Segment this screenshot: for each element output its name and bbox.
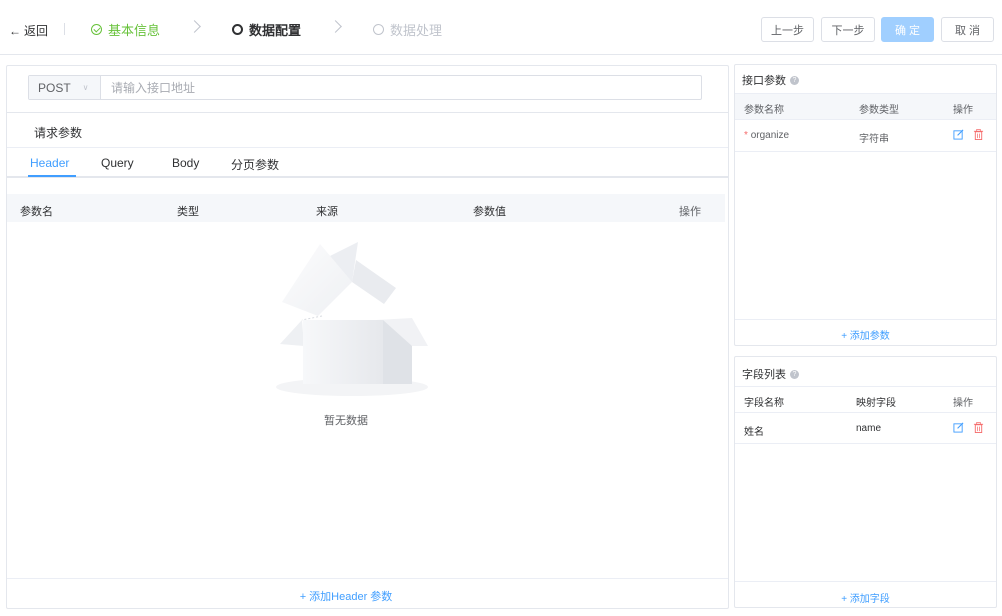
divider <box>64 23 65 35</box>
chevron-right-icon <box>329 20 342 33</box>
divider <box>735 581 996 582</box>
question-icon[interactable]: ? <box>790 369 799 379</box>
table-row: 姓名 name <box>735 414 996 444</box>
url-bar: POST ∨ <box>28 75 702 100</box>
panel-title: 字段列表 ? <box>742 366 799 382</box>
delete-icon[interactable] <box>973 422 984 433</box>
column-header: 类型 <box>177 206 199 218</box>
tab-query[interactable]: Query <box>101 156 134 170</box>
divider <box>735 319 996 320</box>
chevron-right-icon <box>188 20 201 33</box>
back-link[interactable]: ← 返回 <box>9 22 48 39</box>
add-header-param-button[interactable]: + 添加Header 参数 <box>7 588 685 604</box>
field-list-title: 字段列表 <box>742 369 786 381</box>
divider <box>7 112 728 113</box>
active-tab-indicator <box>28 175 76 177</box>
step-data-config[interactable]: 数据配置 <box>232 20 301 39</box>
step-label: 数据配置 <box>249 23 302 38</box>
column-header: 来源 <box>316 206 338 218</box>
column-header: 参数名称 <box>744 105 784 116</box>
url-input[interactable] <box>101 76 701 99</box>
param-type: 字符串 <box>859 134 889 145</box>
column-header: 参数名 <box>20 206 53 218</box>
api-params-title: 接口参数 <box>742 75 786 87</box>
column-header: 字段名称 <box>744 398 784 409</box>
request-params-title: 请求参数 <box>34 126 83 140</box>
tab-header[interactable]: Header <box>30 156 69 170</box>
step-data-process[interactable]: 数据处理 <box>373 20 442 39</box>
param-name: organize <box>750 130 790 141</box>
empty-state-text: 暂无数据 <box>324 415 368 427</box>
prev-step-button[interactable]: 上一步 <box>761 17 814 42</box>
param-name-cell: * organize <box>744 130 789 141</box>
add-param-button[interactable]: + 添加参数 <box>735 327 996 342</box>
step-label: 数据处理 <box>390 23 443 38</box>
table-header: 字段名称 映射字段 操作 <box>735 386 996 413</box>
step-label: 基本信息 <box>108 23 161 38</box>
cancel-button[interactable]: 取 消 <box>941 17 994 42</box>
edit-icon[interactable] <box>953 422 964 433</box>
chevron-down-icon: ∨ <box>82 83 89 92</box>
method-value: POST <box>38 80 71 95</box>
column-header: 映射字段 <box>856 398 896 409</box>
empty-box-illustration <box>276 242 428 396</box>
panel-title: 接口参数 ? <box>742 72 799 88</box>
check-circle-icon <box>91 24 102 35</box>
circle-icon <box>232 24 243 35</box>
column-header: 操作 <box>953 105 973 116</box>
next-step-button[interactable]: 下一步 <box>821 17 875 42</box>
divider <box>7 578 728 579</box>
method-select[interactable]: POST ∨ <box>29 76 101 99</box>
add-field-button[interactable]: + 添加字段 <box>735 590 996 605</box>
column-header: 参数类型 <box>859 105 899 116</box>
delete-icon[interactable] <box>973 129 984 140</box>
column-header: 操作 <box>679 206 701 218</box>
confirm-button[interactable]: 确 定 <box>881 17 934 42</box>
required-mark: * <box>744 130 748 141</box>
mapping-field: name <box>856 423 882 434</box>
tab-body[interactable]: Body <box>172 156 199 170</box>
param-tabs: Header Query Body 分页参数 <box>7 148 728 178</box>
request-panel: POST ∨ 请求参数 Header Query Body 分页参数 参数名 类… <box>6 65 729 609</box>
arrow-left-icon: ← <box>9 23 21 38</box>
edit-icon[interactable] <box>953 129 964 140</box>
table-row: * organize 字符串 <box>735 121 996 152</box>
step-basic-info[interactable]: 基本信息 <box>91 20 160 39</box>
table-header: 参数名 类型 来源 参数值 操作 <box>7 194 725 222</box>
api-params-panel: 接口参数 ? 参数名称 参数类型 操作 * organize 字符串 + 添加参… <box>734 64 997 346</box>
field-name: 姓名 <box>744 427 764 438</box>
top-bar: ← 返回 基本信息 数据配置 数据处理 上一步 下一步 确 定 取 消 <box>0 0 1002 55</box>
table-header: 参数名称 参数类型 操作 <box>735 93 996 120</box>
question-icon[interactable]: ? <box>790 75 799 85</box>
column-header: 操作 <box>953 398 973 409</box>
circle-icon <box>373 24 384 35</box>
field-list-panel: 字段列表 ? 字段名称 映射字段 操作 姓名 name + 添加字段 <box>734 356 997 608</box>
back-label: 返回 <box>24 24 49 38</box>
tab-pagination[interactable]: 分页参数 <box>231 156 279 173</box>
column-header: 参数值 <box>473 206 506 218</box>
